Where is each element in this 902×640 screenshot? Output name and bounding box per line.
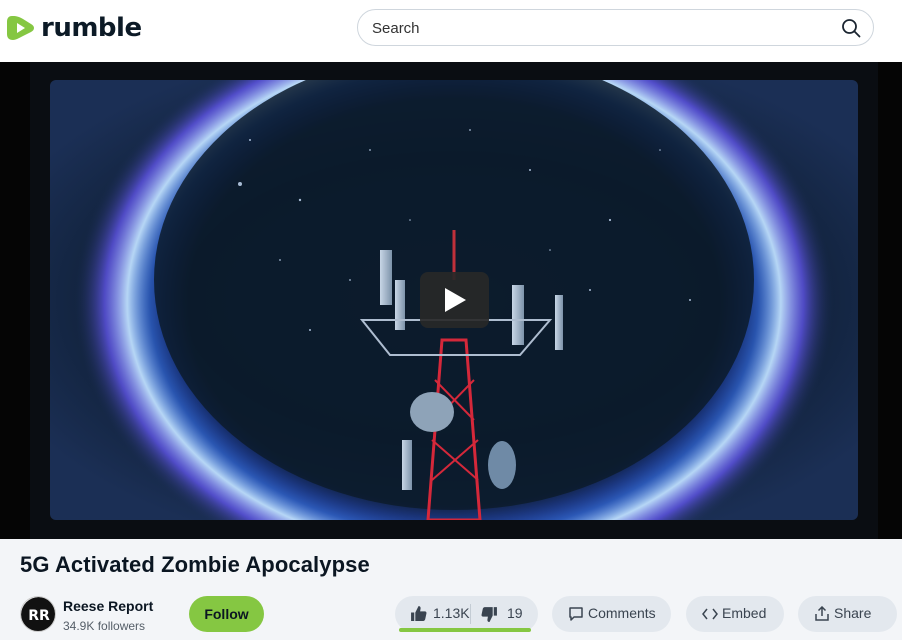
channel-name[interactable]: Reese Report	[63, 598, 153, 614]
share-label: Share	[834, 605, 872, 621]
share-icon	[815, 606, 829, 621]
video-title: 5G Activated Zombie Apocalypse	[20, 552, 370, 577]
follower-count: 34.9K followers	[63, 619, 146, 633]
play-button[interactable]	[420, 272, 489, 328]
rumble-logo[interactable]: rumble	[6, 11, 142, 45]
code-icon	[702, 608, 718, 620]
follow-button[interactable]: Follow	[189, 596, 264, 632]
vote-divider	[470, 604, 471, 624]
top-header: rumble	[0, 0, 902, 62]
channel-logo-icon: RR	[21, 597, 55, 631]
search-bar[interactable]	[357, 9, 874, 46]
comment-icon	[569, 607, 583, 621]
thumbs-up-icon[interactable]	[410, 605, 427, 622]
search-icon[interactable]	[841, 18, 861, 38]
share-button[interactable]: Share	[798, 596, 897, 632]
comments-label: Comments	[588, 605, 656, 621]
embed-button[interactable]: Embed	[686, 596, 784, 632]
vote-controls: 1.13K 19	[395, 596, 538, 632]
svg-text:RR: RR	[28, 608, 50, 624]
dislike-count: 19	[507, 605, 523, 621]
logo-text: rumble	[41, 13, 142, 43]
thumbs-down-icon[interactable]	[481, 606, 498, 623]
comments-button[interactable]: Comments	[552, 596, 671, 632]
channel-avatar[interactable]: RR	[20, 596, 56, 632]
play-icon	[445, 288, 466, 312]
like-ratio-bar	[399, 628, 531, 632]
embed-label: Embed	[722, 605, 767, 621]
rumble-play-logo-icon	[7, 16, 34, 40]
like-count: 1.13K	[433, 605, 470, 621]
search-input[interactable]	[372, 17, 812, 39]
